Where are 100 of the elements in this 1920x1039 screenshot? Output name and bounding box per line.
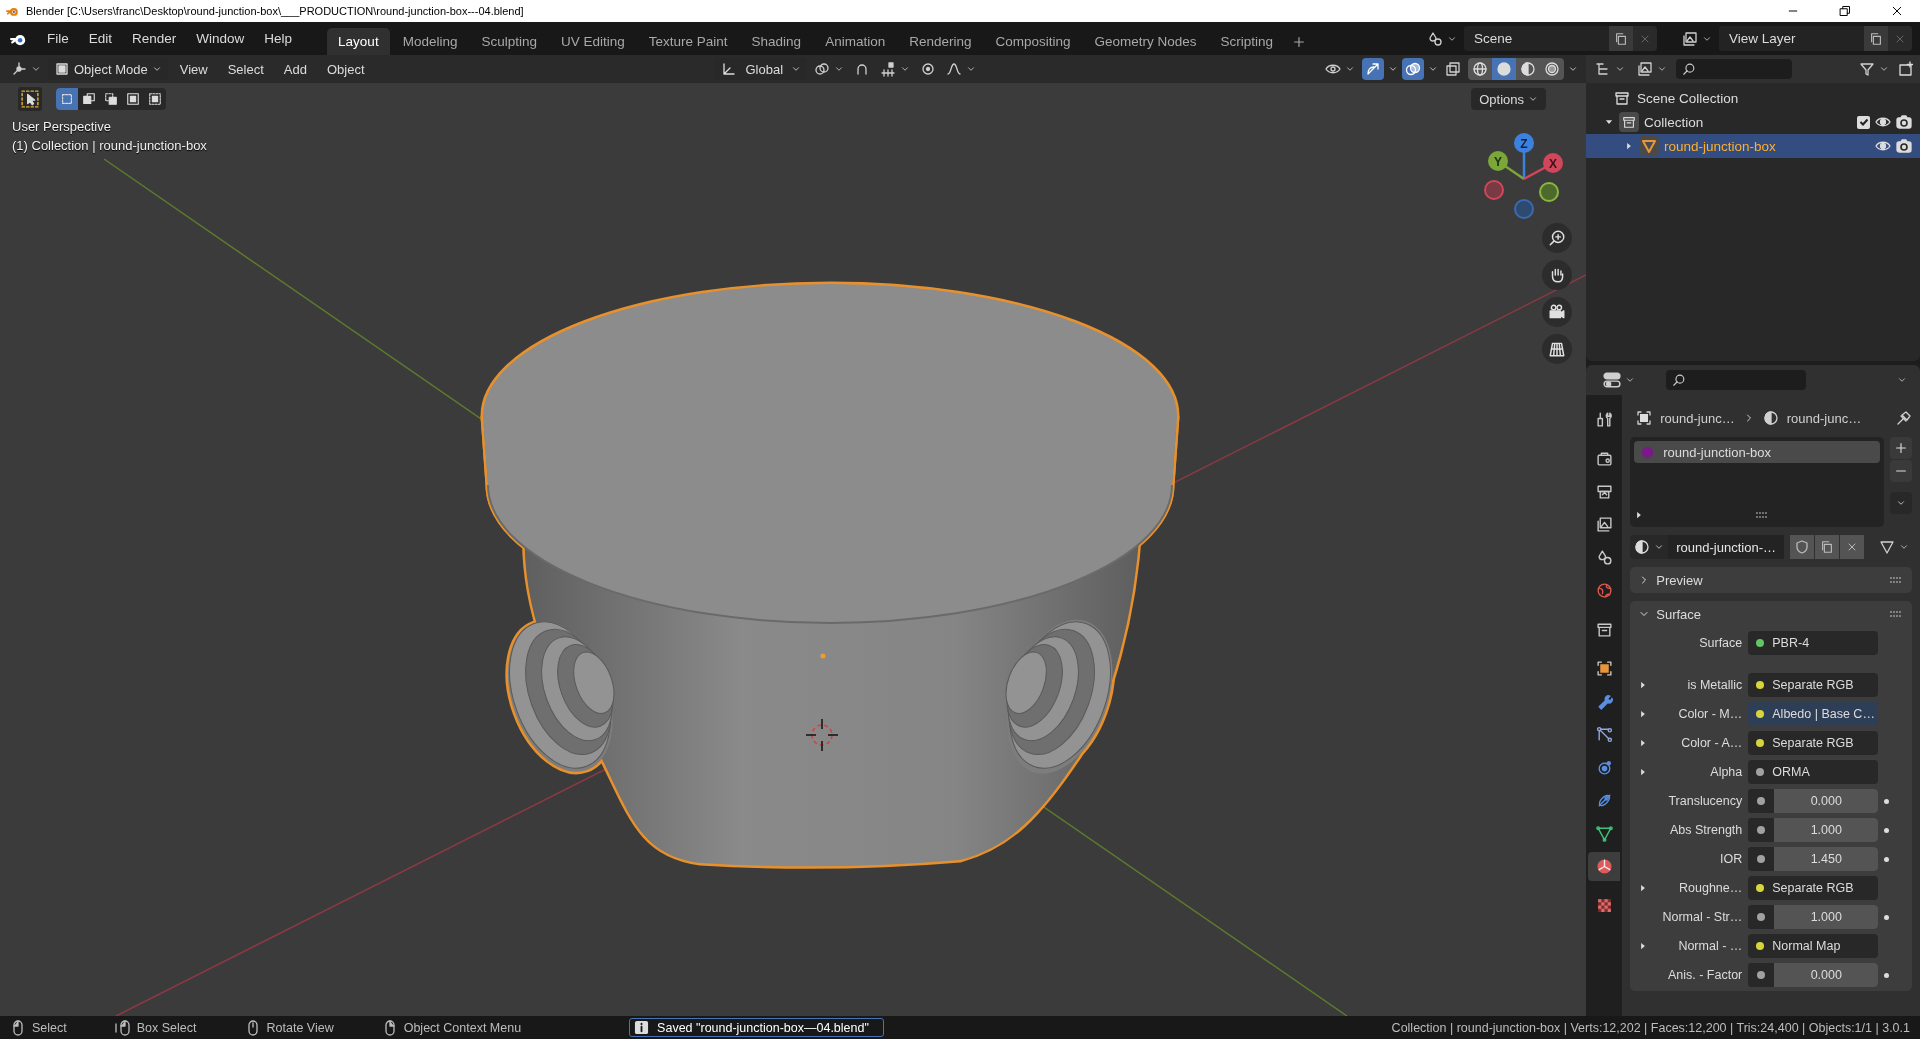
view-layer-name-field[interactable]: View Layer [1719, 26, 1864, 51]
caret-icon[interactable] [1615, 64, 1625, 74]
caret-icon[interactable] [1896, 498, 1906, 508]
remove-slot-button[interactable] [1890, 460, 1912, 482]
menu-item[interactable]: File [38, 22, 78, 55]
caret-icon[interactable] [1654, 542, 1665, 552]
input-link-field[interactable]: Normal Map [1748, 934, 1879, 958]
caret-icon[interactable] [1899, 542, 1909, 552]
caret-icon[interactable] [1528, 94, 1538, 104]
workspace-tab[interactable]: Modeling [391, 28, 469, 55]
fake-user-button[interactable] [1790, 535, 1814, 559]
material-slot[interactable]: round-junction-box [1634, 441, 1880, 463]
caret-icon[interactable] [1879, 64, 1889, 74]
caret-icon[interactable] [791, 64, 802, 74]
search-field[interactable] [1666, 370, 1806, 390]
keyframe-dot[interactable] [1884, 972, 1890, 978]
camera-icon[interactable] [1896, 114, 1912, 130]
caret-icon[interactable] [1345, 64, 1355, 74]
input-link-field[interactable]: Separate RGB [1748, 731, 1879, 755]
outliner-row[interactable]: round-junction-box [1586, 134, 1920, 158]
keyframe-dot[interactable] [1884, 914, 1890, 920]
options-dropdown[interactable]: Options [1471, 88, 1546, 110]
menu-item[interactable]: Window [187, 22, 254, 55]
properties-tab[interactable] [1588, 852, 1621, 881]
menu-item[interactable]: Render [123, 22, 186, 55]
caret-icon[interactable] [966, 64, 977, 74]
menu-item[interactable]: Select [219, 58, 272, 80]
menu-item[interactable]: Help [255, 22, 302, 55]
workspace-tab[interactable]: Rendering [898, 28, 983, 55]
axis-ball[interactable] [1539, 182, 1559, 202]
select-tool-button[interactable] [18, 87, 42, 111]
shading-mode-button[interactable] [1492, 58, 1516, 80]
unlink-button[interactable] [1840, 535, 1864, 559]
input-link-field[interactable]: ORMA [1748, 760, 1879, 784]
number-field[interactable]: 0.000 [1748, 963, 1879, 987]
input-link-field[interactable]: PBR-4 [1748, 631, 1879, 655]
caret-icon[interactable] [834, 64, 845, 74]
caret-icon[interactable] [900, 64, 911, 74]
outliner-row[interactable]: Scene Collection [1586, 86, 1920, 110]
workspace-tab[interactable]: Texture Paint [637, 28, 739, 55]
input-link-field[interactable]: Separate RGB [1748, 673, 1879, 697]
gizmos-toggle[interactable] [1362, 58, 1384, 80]
junction-box-drawing[interactable] [480, 281, 1180, 869]
axis-ball[interactable]: X [1523, 153, 1563, 181]
copy-button[interactable] [1815, 535, 1839, 559]
menu-item[interactable]: Add [275, 58, 315, 80]
camera-icon[interactable] [1896, 138, 1912, 154]
menu-item[interactable]: View [171, 58, 216, 80]
workspace-tab[interactable]: UV Editing [550, 28, 636, 55]
add-slot-button[interactable] [1890, 437, 1912, 459]
workspace-tab[interactable]: Compositing [984, 28, 1082, 55]
new-collection-icon[interactable] [1898, 61, 1914, 77]
panel-header[interactable]: Preview [1630, 567, 1912, 593]
caret-icon[interactable] [151, 64, 162, 74]
workspace-tab[interactable]: Sculpting [470, 28, 548, 55]
copy-button[interactable] [1864, 26, 1888, 51]
keyframe-dot[interactable] [1884, 827, 1890, 833]
workspace-tab[interactable]: Layout [327, 28, 390, 55]
pan-button[interactable] [1542, 260, 1572, 290]
material-name-field[interactable]: round-junction-… [1668, 535, 1784, 559]
axis-ball[interactable]: Z [1514, 133, 1534, 179]
caret-icon[interactable] [31, 64, 41, 74]
keyframe-dot[interactable] [1884, 798, 1890, 804]
input-link-field[interactable]: Albedo | Base C… [1748, 702, 1879, 726]
search-field[interactable] [1676, 59, 1792, 79]
number-field[interactable]: 1.000 [1748, 905, 1879, 929]
input-label: Color - A… [1680, 736, 1743, 750]
view-name: User Perspective [12, 119, 111, 134]
checkbox[interactable] [1857, 115, 1870, 129]
panel-header[interactable]: Surface [1630, 601, 1912, 627]
caret-icon[interactable] [1428, 64, 1438, 74]
copy-button[interactable] [1609, 26, 1633, 51]
pin-icon[interactable] [1896, 410, 1912, 426]
outliner-row[interactable]: Collection [1586, 110, 1920, 134]
keyframe-dot[interactable] [1884, 856, 1890, 862]
workspace-tab[interactable]: Scripting [1209, 28, 1285, 55]
workspace-tab[interactable]: Shading [740, 28, 813, 55]
perspective-button[interactable] [1542, 334, 1572, 364]
menu-item[interactable]: Object [318, 58, 373, 80]
caret-icon[interactable] [1568, 64, 1578, 74]
camera-view-button[interactable] [1542, 297, 1572, 327]
caret-icon[interactable] [1625, 375, 1635, 385]
caret-icon[interactable] [1388, 64, 1398, 74]
overlays-toggle[interactable] [1402, 58, 1424, 80]
triangle-mesh-icon [1879, 539, 1895, 555]
number-field[interactable]: 0.000 [1748, 789, 1879, 813]
workspace-tab[interactable]: Geometry Nodes [1083, 28, 1208, 55]
image-stack-icon [1682, 30, 1698, 47]
workspace-tab[interactable]: Animation [814, 28, 897, 55]
caret-icon[interactable] [1657, 64, 1667, 74]
axis-ball[interactable] [1484, 180, 1504, 200]
axis-ball[interactable]: Y [1488, 151, 1525, 181]
menu-item[interactable]: Edit [79, 22, 122, 55]
number-field[interactable]: 1.450 [1748, 847, 1879, 871]
caret-icon[interactable] [1897, 375, 1907, 385]
scene-name-field[interactable]: Scene [1464, 26, 1609, 51]
input-link-field[interactable]: Separate RGB [1748, 876, 1879, 900]
number-field[interactable]: 1.000 [1748, 818, 1879, 842]
browse-material-button[interactable] [1630, 535, 1669, 559]
zoom-button[interactable] [1542, 223, 1572, 253]
